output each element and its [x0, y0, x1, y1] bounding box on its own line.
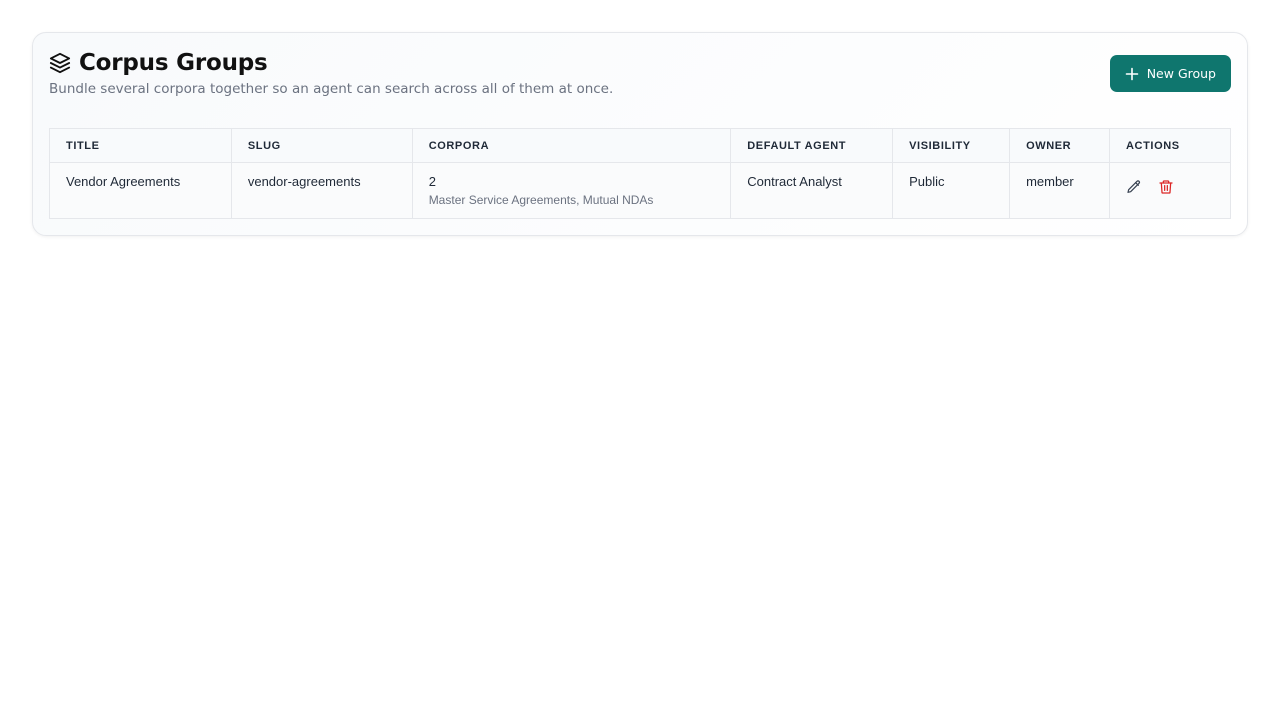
corpus-groups-card: Corpus Groups Bundle several corpora tog… — [32, 32, 1248, 236]
table-row[interactable]: Vendor Agreements vendor-agreements 2 Ma… — [49, 162, 1231, 219]
cell-owner: member — [1009, 162, 1111, 219]
cell-visibility: Public — [892, 162, 1011, 219]
column-header-corpora[interactable]: CORPORA — [411, 128, 732, 163]
layers-icon — [49, 52, 71, 74]
page-subtitle: Bundle several corpora together so an ag… — [49, 81, 614, 97]
corpora-count: 2 — [428, 174, 436, 189]
column-header-visibility[interactable]: VISIBILITY — [892, 128, 1011, 163]
row-actions — [1126, 174, 1214, 197]
column-header-title[interactable]: TITLE — [49, 128, 232, 163]
new-group-button[interactable]: New Group — [1109, 55, 1231, 92]
cell-actions — [1109, 162, 1231, 219]
delete-icon[interactable] — [1158, 179, 1176, 197]
column-header-owner[interactable]: OWNER — [1009, 128, 1111, 163]
corpora-names: Master Service Agreements, Mutual NDAs — [428, 193, 654, 207]
plus-icon — [1125, 67, 1139, 81]
page-title: Corpus Groups — [79, 50, 268, 76]
edit-icon[interactable] — [1126, 179, 1144, 197]
new-group-label: New Group — [1146, 66, 1216, 81]
corpus-groups-table: TITLE SLUG CORPORA DEFAULT AGENT VISIBIL… — [49, 128, 1231, 219]
column-header-default-agent[interactable]: DEFAULT AGENT — [730, 128, 894, 163]
cell-corpora: 2 Master Service Agreements, Mutual NDAs — [411, 162, 732, 219]
cell-slug: vendor-agreements — [230, 162, 413, 219]
cell-title: Vendor Agreements — [49, 162, 232, 219]
table-header-row: TITLE SLUG CORPORA DEFAULT AGENT VISIBIL… — [49, 128, 1231, 163]
title-row: Corpus Groups — [49, 49, 1231, 77]
column-header-actions: ACTIONS — [1109, 128, 1231, 163]
cell-default-agent: Contract Analyst — [730, 162, 894, 219]
column-header-slug[interactable]: SLUG — [230, 128, 413, 163]
card-header: Corpus Groups Bundle several corpora tog… — [49, 49, 1231, 113]
